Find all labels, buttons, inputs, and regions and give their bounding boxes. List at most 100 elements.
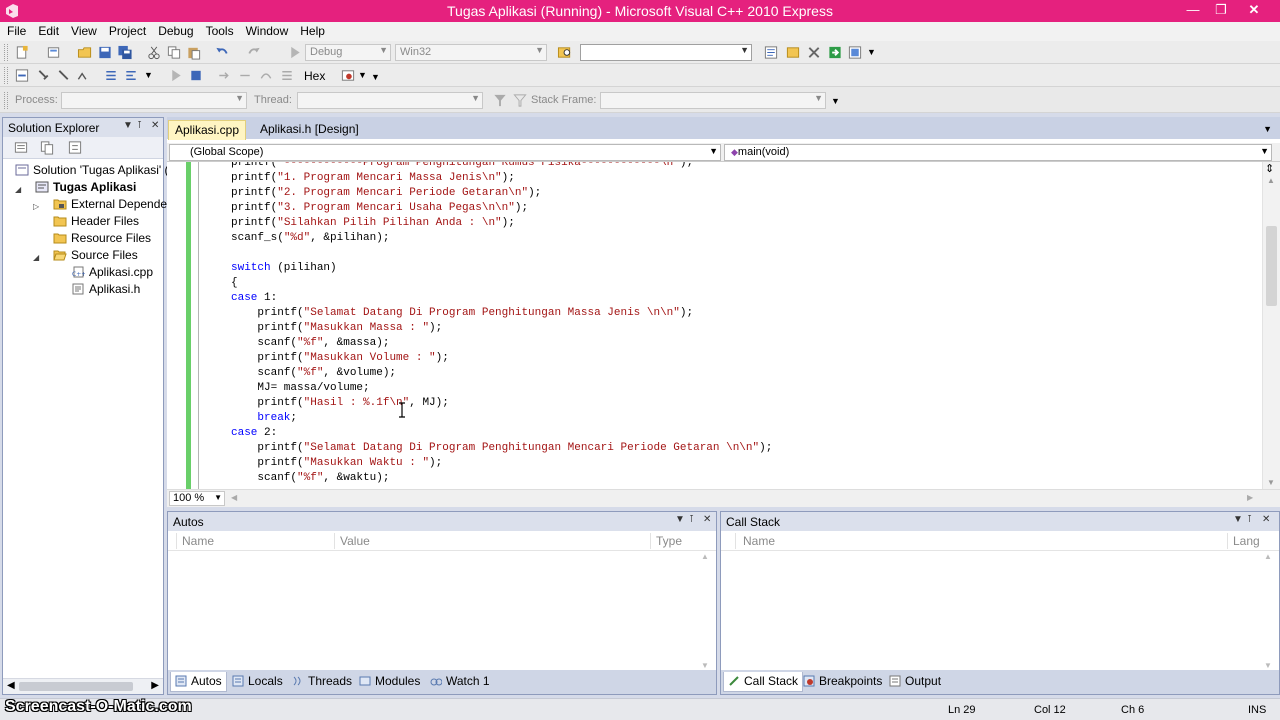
solution-platform-select[interactable]: Win32 ▼: [395, 44, 547, 61]
column-lang[interactable]: Lang: [1233, 534, 1260, 548]
menu-file[interactable]: File: [0, 22, 31, 38]
expand-arrow-icon[interactable]: ▷: [33, 202, 39, 211]
restore-button[interactable]: ❐: [1210, 2, 1232, 18]
close-icon[interactable]: ✕: [151, 120, 159, 131]
pin-icon[interactable]: ⊺: [137, 120, 142, 131]
stack-frame-select[interactable]: ▼: [600, 92, 826, 109]
editor-vscrollbar[interactable]: ⇕ ▲ ▼: [1262, 162, 1280, 489]
save-icon[interactable]: [97, 45, 113, 60]
solution-configuration-select[interactable]: Debug ▼: [305, 44, 391, 61]
chevron-down-icon[interactable]: ▼: [358, 70, 367, 80]
menu-edit[interactable]: Edit: [31, 22, 64, 38]
code-line[interactable]: printf("1. Program Mencari Massa Jenis\n…: [231, 171, 515, 186]
solution-explorer-hscrollbar[interactable]: ◀ ▶: [3, 678, 163, 694]
chevron-down-icon[interactable]: ▼: [1233, 514, 1243, 525]
close-icon[interactable]: ✕: [703, 514, 711, 525]
step-over-arrow-icon[interactable]: [258, 68, 274, 83]
toolbar-overflow-icon[interactable]: ▼: [831, 96, 840, 106]
properties-icon[interactable]: [13, 140, 29, 155]
tab-autos[interactable]: Autos: [170, 672, 227, 692]
scroll-left-icon[interactable]: ◀: [7, 680, 15, 691]
scroll-up-icon[interactable]: ▲: [1267, 176, 1275, 185]
scroll-thumb[interactable]: [1266, 226, 1277, 306]
menu-tools[interactable]: Tools: [199, 22, 239, 38]
minimize-button[interactable]: —: [1182, 2, 1204, 18]
code-line[interactable]: printf("2. Program Mencari Periode Getar…: [231, 186, 541, 201]
cut-icon[interactable]: [146, 45, 162, 60]
zoom-select[interactable]: 100 % ▼: [169, 491, 225, 506]
tree-source-files[interactable]: Source Files: [53, 248, 138, 262]
find-in-files-icon[interactable]: [557, 45, 573, 60]
new-project-icon[interactable]: [14, 45, 30, 60]
thread-select[interactable]: ▼: [297, 92, 483, 109]
menu-project[interactable]: Project: [102, 22, 151, 38]
step-into-arrow-icon[interactable]: [237, 68, 253, 83]
column-value[interactable]: Value: [340, 534, 370, 548]
tree-project[interactable]: Tugas Aplikasi: [35, 180, 136, 194]
code-line[interactable]: printf("Selamat Datang Di Program Penghi…: [231, 441, 772, 456]
redo-icon[interactable]: [246, 45, 262, 60]
code-line[interactable]: scanf("%f", &massa);: [231, 336, 389, 351]
code-line[interactable]: case 2:: [231, 426, 277, 441]
function-select[interactable]: ◆main(void) ▼: [724, 144, 1272, 161]
code-line[interactable]: printf("Selamat Datang Di Program Penghi…: [231, 306, 693, 321]
code-line[interactable]: printf("------------Program Penghitungan…: [231, 162, 693, 171]
uncomment-lines-icon[interactable]: [123, 68, 139, 83]
column-name[interactable]: Name: [743, 534, 775, 548]
menu-view[interactable]: View: [64, 22, 102, 38]
tab-aplikasi-cpp[interactable]: Aplikasi.cpp: [168, 120, 247, 140]
code-line[interactable]: {: [231, 276, 238, 291]
scroll-down-icon[interactable]: ▼: [1267, 478, 1275, 487]
tree-external-dependencies[interactable]: External Dependen: [53, 197, 174, 211]
comment-lines-icon[interactable]: [103, 68, 119, 83]
paste-icon[interactable]: [186, 45, 202, 60]
code-line[interactable]: printf("Masukkan Massa : ");: [231, 321, 442, 336]
find-combo[interactable]: ▼: [580, 44, 752, 61]
call-stack-vscrollbar[interactable]: ▲ ▼: [1264, 552, 1276, 670]
chevron-down-icon[interactable]: ▼: [123, 120, 133, 131]
tab-output[interactable]: Output: [889, 674, 941, 688]
menu-help[interactable]: Help: [293, 22, 330, 38]
scroll-up-icon[interactable]: ▲: [701, 552, 709, 561]
tab-breakpoints[interactable]: Breakpoints: [803, 674, 882, 688]
toolbar-overflow-icon[interactable]: ▼: [144, 70, 153, 80]
scroll-down-icon[interactable]: ▼: [1264, 661, 1272, 670]
chevron-down-icon[interactable]: ▼: [675, 514, 685, 525]
tab-aplikasi-h-design[interactable]: Aplikasi.h [Design]: [254, 120, 365, 140]
menu-debug[interactable]: Debug: [151, 22, 198, 38]
view-class-diagram-icon[interactable]: [67, 140, 83, 155]
code-area[interactable]: printf("------------Program Penghitungan…: [167, 162, 1262, 489]
column-separator[interactable]: [1227, 533, 1228, 549]
close-icon[interactable]: ✕: [1262, 514, 1270, 525]
code-line[interactable]: printf("Hasil : %.1f\n", MJ);: [231, 396, 448, 411]
solution-explorer-icon[interactable]: [763, 45, 779, 60]
code-line[interactable]: MJ= massa/volume;: [231, 381, 369, 396]
open-file-icon[interactable]: [77, 45, 93, 60]
start-debugging-icon[interactable]: [287, 45, 303, 60]
hex-display-button[interactable]: Hex: [304, 69, 325, 83]
code-line[interactable]: case 1:: [231, 291, 277, 306]
close-button[interactable]: ✕: [1243, 2, 1265, 18]
show-next-statement-icon[interactable]: [14, 68, 30, 83]
step-out-icon[interactable]: [76, 68, 92, 83]
code-line[interactable]: printf("3. Program Mencari Usaha Pegas\n…: [231, 201, 528, 216]
step-over-icon[interactable]: [56, 68, 72, 83]
tab-call-stack[interactable]: Call Stack: [723, 672, 804, 692]
scroll-right-icon[interactable]: ▶: [151, 680, 159, 691]
add-item-icon[interactable]: [46, 45, 62, 60]
chevron-down-icon[interactable]: ▼: [1263, 124, 1272, 134]
scroll-left-icon[interactable]: ◀: [231, 493, 237, 502]
autos-vscrollbar[interactable]: ▲ ▼: [701, 552, 713, 670]
step-out-arrow-icon[interactable]: [279, 68, 295, 83]
collapse-arrow-icon[interactable]: ◢: [33, 253, 39, 262]
column-name[interactable]: Name: [182, 534, 214, 548]
pin-icon[interactable]: ⊺: [1247, 514, 1252, 525]
pin-icon[interactable]: ⊺: [689, 514, 694, 525]
toolbar-overflow-icon[interactable]: ▼: [371, 72, 380, 82]
flag-threads-icon[interactable]: [512, 93, 528, 108]
breakpoints-window-icon[interactable]: [340, 68, 356, 83]
column-separator[interactable]: [334, 533, 335, 549]
toolbar-grip[interactable]: [4, 92, 8, 109]
tree-solution[interactable]: Solution 'Tugas Aplikasi' (: [15, 163, 169, 177]
tree-resource-files[interactable]: Resource Files: [53, 231, 151, 245]
